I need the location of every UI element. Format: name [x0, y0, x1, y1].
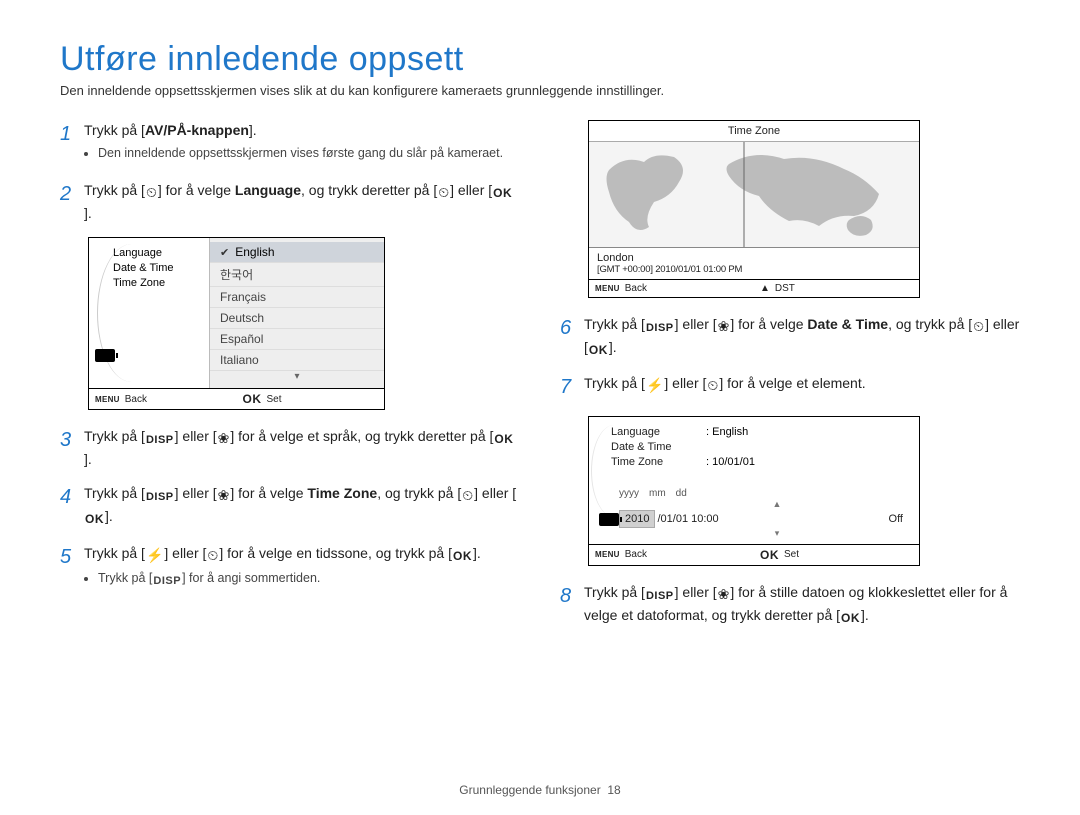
timer-icon: ⏲ — [145, 182, 158, 202]
flash-icon: ⚡ — [145, 545, 164, 565]
step-number: 6 — [560, 314, 584, 359]
lang-option: 한국어 — [210, 263, 384, 287]
macro-icon: ❀ — [717, 584, 731, 604]
lang-option: Italiano — [210, 350, 384, 371]
step-7: 7 Trykk på [⚡] eller [⏲] for å velge et … — [560, 373, 1020, 402]
check-icon: ✔ — [220, 246, 229, 259]
menu-icon: MENU — [595, 284, 620, 293]
disp-icon: DISP — [645, 589, 675, 605]
step-number: 5 — [60, 543, 84, 594]
step-1: 1 Trykk på [AV/PÅ-knappen]. Den innelden… — [60, 120, 520, 166]
step-body: Trykk på [DISP] eller [❀] for å velge Da… — [584, 314, 1020, 359]
step-number: 1 — [60, 120, 84, 166]
ok-icon: OK — [493, 431, 514, 448]
right-column: Time Zone London [G — [560, 120, 1020, 641]
lang-option-english: ✔English — [210, 242, 384, 263]
step-body: Trykk på [⏲] for å velge Language, og tr… — [84, 180, 520, 223]
columns: 1 Trykk på [AV/PÅ-knappen]. Den innelden… — [60, 120, 1020, 641]
chevron-down-icon: ▾ — [210, 371, 384, 382]
step-1-bullet: Den inneldende oppsettsskjermen vises fø… — [98, 144, 520, 162]
dt-fields: yyyymmdd ▲ 2010 /01/01 10:00 Off ▾ — [619, 487, 911, 536]
ok-icon: OK — [588, 342, 609, 359]
menu-icon: MENU — [95, 395, 120, 404]
ok-icon: OK — [840, 610, 861, 627]
step-number: 7 — [560, 373, 584, 402]
lang-footer: MENUBack OKSet — [89, 388, 384, 409]
ok-icon: OK — [760, 548, 779, 562]
step-number: 2 — [60, 180, 84, 223]
ok-icon: OK — [452, 548, 473, 565]
timer-icon: ⏲ — [706, 375, 719, 395]
disp-icon: DISP — [145, 490, 175, 506]
step-body: Trykk på [⚡] eller [⏲] for å velge en ti… — [84, 543, 520, 594]
page-title: Utføre innledende oppsett — [60, 40, 1020, 79]
ok-icon: OK — [243, 392, 262, 406]
step-body: Trykk på [AV/PÅ-knappen]. Den inneldende… — [84, 120, 520, 166]
timer-icon: ⏲ — [461, 485, 474, 505]
ok-icon: OK — [492, 185, 513, 202]
timezone-screenshot: Time Zone London [G — [588, 120, 920, 298]
tz-footer: MENUBack ▲DST — [589, 279, 919, 297]
step-6: 6 Trykk på [DISP] eller [❀] for å velge … — [560, 314, 1020, 359]
timer-icon: ⏲ — [437, 182, 450, 202]
world-map — [589, 142, 919, 247]
macro-icon: ❀ — [217, 485, 231, 505]
battery-icon — [95, 349, 115, 362]
ok-icon: OK — [84, 511, 105, 528]
datetime-screenshot: Language: English Date & Time Time Zone:… — [588, 416, 920, 566]
battery-icon — [599, 513, 619, 526]
lang-option: Español — [210, 329, 384, 350]
manual-page: Utføre innledende oppsett Den inneldende… — [0, 0, 1080, 815]
disp-icon: DISP — [152, 574, 182, 590]
timer-icon: ⏲ — [972, 316, 985, 336]
disp-icon: DISP — [645, 321, 675, 337]
step-number: 4 — [60, 483, 84, 528]
step-8: 8 Trykk på [DISP] eller [❀] for å stille… — [560, 582, 1020, 627]
step-3: 3 Trykk på [DISP] eller [❀] for å velge … — [60, 426, 520, 469]
lang-option: Français — [210, 287, 384, 308]
lang-left-list: Language Date & Time Time Zone — [89, 238, 209, 388]
step-body: Trykk på [DISP] eller [❀] for å velge Ti… — [84, 483, 520, 528]
lang-options: ✔English 한국어 Français Deutsch Español It… — [209, 238, 384, 388]
step-5-bullet: Trykk på [DISP] for å angi sommertiden. — [98, 569, 520, 590]
step-number: 8 — [560, 582, 584, 627]
intro-text: Den inneldende oppsettsskjermen vises sl… — [60, 83, 1020, 98]
left-column: 1 Trykk på [AV/PÅ-knappen]. Den innelden… — [60, 120, 520, 641]
up-icon: ▲ — [760, 283, 770, 294]
dt-footer: MENUBack OKSet — [589, 544, 919, 565]
flash-icon: ⚡ — [645, 375, 664, 395]
macro-icon: ❀ — [717, 316, 731, 336]
step-body: Trykk på [DISP] eller [❀] for å stille d… — [584, 582, 1020, 627]
language-screenshot: Language Date & Time Time Zone ✔English … — [88, 237, 385, 410]
dt-rows: Language: English Date & Time Time Zone:… — [589, 417, 919, 477]
step-body: Trykk på [⚡] eller [⏲] for å velge et el… — [584, 373, 1020, 402]
page-footer: Grunnleggende funksjoner 18 — [0, 783, 1080, 797]
chevron-down-icon: ▾ — [643, 530, 911, 536]
step-2: 2 Trykk på [⏲] for å velge Language, og … — [60, 180, 520, 223]
step-5: 5 Trykk på [⚡] eller [⏲] for å velge en … — [60, 543, 520, 594]
step-body: Trykk på [DISP] eller [❀] for å velge et… — [84, 426, 520, 469]
step-number: 3 — [60, 426, 84, 469]
timezone-info: London [GMT +00:00] 2010/01/01 01:00 PM — [589, 247, 919, 279]
disp-icon: DISP — [145, 433, 175, 449]
lang-option: Deutsch — [210, 308, 384, 329]
menu-icon: MENU — [595, 550, 620, 559]
timer-icon: ⏲ — [206, 545, 219, 565]
macro-icon: ❀ — [217, 428, 231, 448]
step-4: 4 Trykk på [DISP] eller [❀] for å velge … — [60, 483, 520, 528]
chevron-up-icon: ▲ — [643, 501, 911, 507]
